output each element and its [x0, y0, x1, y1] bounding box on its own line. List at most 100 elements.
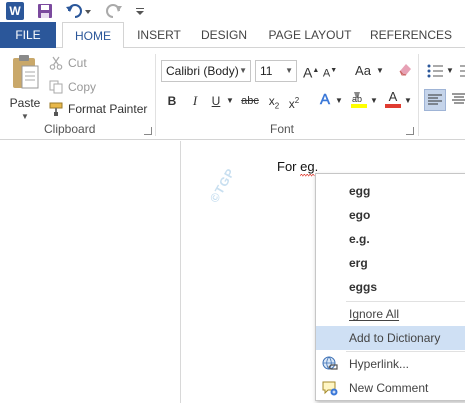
customize-glyph	[136, 8, 144, 15]
misspelled-word[interactable]: eg	[300, 159, 315, 177]
font-color-button[interactable]: A	[384, 90, 402, 110]
document-text-before: For	[277, 159, 301, 174]
suggestion-item[interactable]: eggs	[316, 275, 465, 299]
grow-font-label: A	[303, 64, 313, 81]
font-launcher-icon[interactable]	[406, 127, 414, 135]
tab-design[interactable]: DESIGN	[198, 22, 250, 48]
spelling-context-menu: egg ego e.g. erg eggs Ignore All Add to …	[315, 173, 465, 401]
new-comment-item[interactable]: New Comment	[316, 376, 465, 400]
undo-glyph	[66, 4, 91, 18]
grow-font-button[interactable]: A▲	[303, 61, 319, 81]
clipboard-launcher-icon[interactable]	[144, 127, 152, 135]
font-color-swatch	[385, 104, 401, 108]
chevron-down-icon[interactable]: ▼	[446, 61, 454, 81]
tab-home[interactable]: HOME	[62, 22, 124, 49]
chevron-down-icon[interactable]: ▼	[376, 61, 384, 81]
copy-label: Copy	[68, 80, 97, 94]
save-glyph	[38, 4, 52, 18]
superscript-button[interactable]: x2	[286, 91, 302, 111]
ignore-all-item[interactable]: Ignore All	[316, 302, 465, 326]
suggestion-item[interactable]: e.g.	[316, 227, 465, 251]
align-left-icon	[428, 94, 442, 105]
align-left-button[interactable]	[424, 89, 446, 111]
tab-file[interactable]: FILE	[0, 22, 56, 48]
cut-button[interactable]: Cut	[48, 53, 87, 73]
new-comment-label: New Comment	[349, 381, 429, 395]
copy-icon	[48, 79, 64, 95]
document-text-line[interactable]: For eg.	[277, 159, 319, 177]
hyperlink-label: Hyperlink...	[349, 357, 410, 371]
cut-label: Cut	[68, 56, 87, 70]
underline-button[interactable]: U	[209, 91, 223, 111]
word-icon: W	[6, 2, 24, 20]
clipboard-group-label: Clipboard	[44, 122, 96, 136]
clear-formatting-button[interactable]	[396, 61, 414, 81]
add-to-dictionary-label: Add to Dictionary	[349, 331, 441, 345]
spelling-squiggle	[300, 174, 315, 177]
font-name-combobox[interactable]: Calibri (Body) ▼	[161, 60, 251, 82]
chevron-down-icon[interactable]: ▼	[226, 91, 234, 111]
suggestion-item[interactable]: erg	[316, 251, 465, 275]
text-effects-button[interactable]: A	[317, 90, 333, 110]
redo-icon[interactable]	[104, 2, 126, 20]
group-divider	[418, 54, 419, 136]
eraser-icon	[399, 64, 411, 76]
group-divider	[155, 54, 156, 136]
paste-button[interactable]: Paste ▼	[6, 54, 44, 121]
chevron-down-icon[interactable]: ▼	[239, 61, 247, 81]
chevron-down-icon[interactable]: ▼	[404, 91, 412, 111]
font-size-combobox[interactable]: 11 ▼	[255, 60, 297, 82]
subscript-digit: 2	[274, 101, 280, 111]
font-group-label: Font	[270, 122, 295, 136]
ignore-all-label: Ignore All	[349, 307, 400, 321]
text-highlight-button[interactable]: ab	[350, 90, 368, 110]
tab-page-layout[interactable]: PAGE LAYOUT	[266, 22, 354, 48]
suggestion-item[interactable]: ego	[316, 203, 465, 227]
paintbrush-icon	[48, 101, 64, 117]
copy-button[interactable]: Copy	[48, 77, 96, 97]
strikethrough-button[interactable]: abc	[240, 91, 260, 111]
save-icon[interactable]	[36, 2, 54, 20]
font-size-value: 11	[260, 64, 273, 78]
font-color-letter: A	[388, 89, 398, 104]
tab-insert[interactable]: INSERT	[134, 22, 184, 48]
watermark-text: ©TGP	[207, 165, 238, 205]
chevron-down-icon[interactable]: ▼	[285, 61, 293, 81]
format-painter-label: Format Painter	[68, 102, 148, 116]
hyperlink-item[interactable]: Hyperlink...	[316, 352, 465, 376]
bold-button[interactable]: B	[164, 91, 180, 111]
chevron-down-icon[interactable]: ▼	[335, 91, 343, 111]
suggestion-item[interactable]: egg	[316, 179, 465, 203]
ribbon: Paste ▼ Cut Copy Format Painter Clipboar…	[0, 48, 465, 140]
shrink-font-button[interactable]: A▼	[322, 61, 338, 81]
align-center-button[interactable]	[450, 89, 465, 111]
chevron-down-icon[interactable]: ▼	[21, 112, 29, 121]
add-to-dictionary-item[interactable]: Add to Dictionary	[316, 326, 465, 350]
format-painter-button[interactable]: Format Painter	[48, 99, 147, 119]
globe-link-icon	[322, 356, 338, 370]
numbering-icon	[460, 65, 465, 77]
undo-icon[interactable]	[64, 2, 94, 20]
italic-button[interactable]: I	[187, 91, 203, 111]
misspelled-word-text: eg	[300, 159, 315, 174]
scissors-icon	[48, 55, 64, 71]
superscript-digit: 2	[294, 96, 300, 105]
chevron-down-icon[interactable]: ▼	[370, 91, 378, 111]
bullets-button[interactable]	[426, 62, 444, 80]
quick-access-toolbar: W	[0, 0, 465, 22]
paste-label: Paste	[9, 96, 41, 110]
highlighter-icon: ab	[351, 92, 367, 108]
change-case-button[interactable]: Aa	[350, 61, 376, 81]
paste-icon	[13, 55, 39, 89]
document-text-after: .	[314, 159, 319, 174]
tab-references[interactable]: REFERENCES	[370, 22, 452, 48]
numbering-button[interactable]	[458, 62, 465, 80]
subscript-button[interactable]: x2	[266, 91, 282, 111]
svg-text:ab: ab	[352, 94, 362, 104]
customize-toolbar-icon[interactable]	[134, 2, 146, 20]
bullets-icon	[427, 64, 443, 78]
document-margin-area	[0, 141, 181, 403]
redo-glyph	[106, 4, 122, 18]
font-name-value: Calibri (Body)	[166, 64, 239, 78]
ribbon-tab-bar: FILE HOME INSERT DESIGN PAGE LAYOUT REFE…	[0, 22, 465, 49]
